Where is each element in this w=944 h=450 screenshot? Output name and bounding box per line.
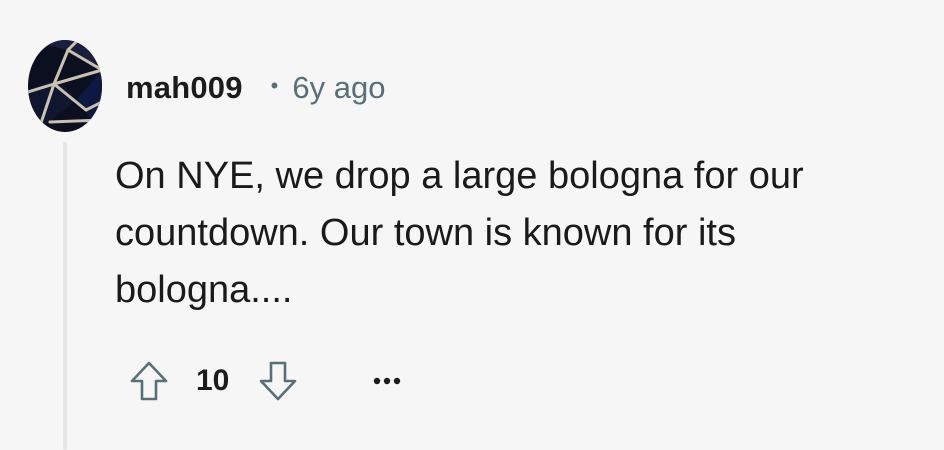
comment: mah009 • 6y ago On NYE, we drop a large … [0, 0, 944, 450]
avatar[interactable] [28, 40, 102, 132]
comment-header: mah009 • 6y ago [126, 66, 385, 110]
vote-score: 10 [196, 364, 230, 397]
upvote-arrow-icon [130, 361, 168, 401]
downvote-button[interactable] [255, 358, 301, 404]
more-options-button[interactable] [367, 358, 407, 404]
comment-body: On NYE, we drop a large bologna for our … [115, 148, 915, 319]
meta-separator: • [270, 73, 279, 98]
geometric-avatar-icon [28, 40, 102, 132]
username[interactable]: mah009 [126, 70, 243, 106]
timestamp[interactable]: 6y ago [292, 70, 385, 106]
downvote-arrow-icon [260, 361, 297, 401]
more-options-icon [374, 377, 401, 385]
comment-text: On NYE, we drop a large bologna for our … [115, 155, 804, 311]
upvote-button[interactable] [126, 358, 172, 404]
thread-line[interactable] [63, 142, 67, 450]
comment-actions: 10 [126, 358, 407, 404]
